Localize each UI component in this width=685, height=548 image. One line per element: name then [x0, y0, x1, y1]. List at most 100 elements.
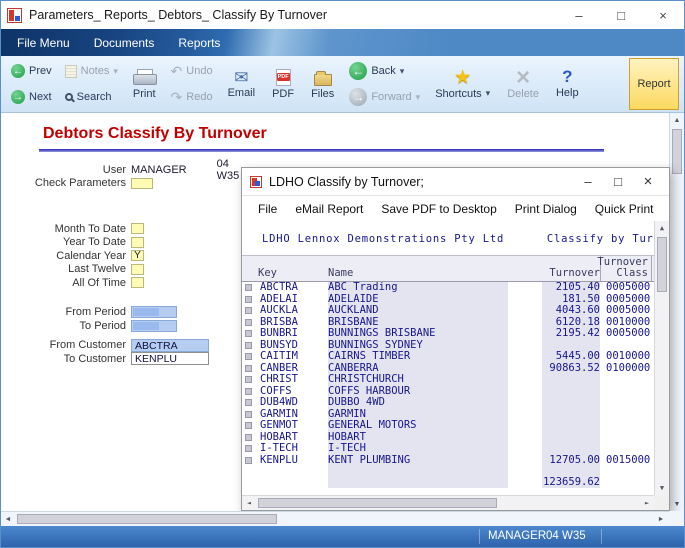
- popup-minimize-button[interactable]: –: [573, 168, 603, 195]
- main-vertical-scrollbar[interactable]: [669, 113, 684, 511]
- scroll-up-icon[interactable]: [655, 221, 669, 235]
- from-period-row: From Period: [1, 306, 241, 320]
- app-window: Parameters_ Reports_ Debtors_ Classify B…: [0, 0, 685, 548]
- scroll-left-icon[interactable]: [242, 496, 256, 510]
- scroll-left-icon[interactable]: [1, 512, 15, 526]
- table-row[interactable]: CANBER CANBERRA 90863.52 0100000: [242, 362, 654, 375]
- files-button[interactable]: Files: [304, 58, 341, 110]
- popup-menu-quick-print[interactable]: Quick Print: [595, 202, 654, 216]
- to-customer-field[interactable]: KENPLU: [131, 352, 209, 366]
- main-hscroll-thumb[interactable]: [17, 514, 277, 524]
- table-row[interactable]: ABCTRA ABC Trading 2105.40 0005000: [242, 281, 654, 295]
- row-marker-icon: [245, 410, 252, 418]
- popup-maximize-button[interactable]: □: [603, 168, 633, 195]
- row-marker-icon: [245, 330, 252, 337]
- next-icon: [11, 90, 25, 104]
- popup-menu-email-report[interactable]: eMail Report: [295, 202, 363, 216]
- close-button[interactable]: ×: [642, 1, 684, 29]
- redo-button[interactable]: Redo: [171, 91, 212, 103]
- month-to-date-field[interactable]: [131, 223, 144, 235]
- popup-hscroll-thumb[interactable]: [258, 498, 497, 508]
- table-row[interactable]: I-TECH I-TECH: [242, 442, 654, 456]
- report-button[interactable]: Report: [629, 58, 679, 110]
- column-header-key: Key: [258, 267, 277, 279]
- table-row[interactable]: CAITIM CAIRNS TIMBER 5445.00 0010000: [242, 350, 654, 364]
- row-marker-icon: [245, 422, 252, 429]
- table-header-row: Key Name Turnover Turnover Class: [242, 255, 654, 282]
- main-vscroll-thumb[interactable]: [672, 129, 682, 174]
- scroll-up-icon[interactable]: [670, 113, 684, 127]
- popup-menu-save-pdf[interactable]: Save PDF to Desktop: [381, 202, 496, 216]
- next-button[interactable]: Next: [11, 90, 52, 104]
- popup-vertical-scrollbar[interactable]: [654, 221, 669, 495]
- popup-menu-print-dialog[interactable]: Print Dialog: [515, 202, 577, 216]
- to-customer-label: To Customer: [63, 352, 126, 365]
- scrollbar-corner: [669, 511, 684, 526]
- back-label: Back: [371, 65, 396, 77]
- scroll-down-icon[interactable]: [670, 497, 684, 511]
- help-button[interactable]: Help: [549, 58, 586, 110]
- calendar-year-field[interactable]: Y: [131, 250, 144, 262]
- pdf-button[interactable]: PDF: [265, 58, 301, 110]
- menu-file-menu[interactable]: File Menu: [5, 29, 82, 56]
- table-row[interactable]: DUB4WD DUBBO 4WD: [242, 396, 654, 410]
- cell-spacer: [600, 476, 652, 488]
- back-button[interactable]: Back: [349, 62, 420, 80]
- report-window-title: LDHO Classify by Turnover;: [269, 174, 424, 189]
- minimize-button[interactable]: –: [558, 1, 600, 29]
- search-button[interactable]: Search: [64, 91, 118, 104]
- scroll-right-icon[interactable]: [640, 496, 654, 510]
- column-header-name: Name: [328, 267, 354, 279]
- prev-button[interactable]: Prev: [11, 64, 52, 78]
- table-row[interactable]: AUCKLA AUCKLAND 4043.60 0005000: [242, 304, 654, 318]
- delete-button[interactable]: Delete: [500, 58, 546, 110]
- email-button[interactable]: Email: [221, 58, 263, 110]
- scroll-down-icon[interactable]: [655, 481, 669, 495]
- popup-menu-file[interactable]: File: [258, 202, 277, 216]
- star-icon: [454, 69, 471, 86]
- user-row: User MANAGER 04 W35: [1, 158, 241, 182]
- table-row[interactable]: GARMIN GARMIN: [242, 408, 654, 421]
- shortcuts-label: Shortcuts: [435, 87, 482, 100]
- search-label: Search: [76, 91, 112, 104]
- undo-redo-group: Undo Redo: [166, 58, 218, 110]
- scroll-right-icon[interactable]: [654, 512, 668, 526]
- popup-close-button[interactable]: ×: [633, 168, 663, 195]
- table-row[interactable]: COFFS COFFS HARBOUR: [242, 385, 654, 398]
- table-row[interactable]: GENMOT GENERAL MOTORS: [242, 419, 654, 433]
- prev-icon: [11, 64, 25, 78]
- last-twelve-field[interactable]: [131, 263, 144, 275]
- check-parameters-field[interactable]: [131, 177, 153, 189]
- table-row[interactable]: BUNBRI BUNNINGS BRISBANE 2195.42 0005000: [242, 327, 654, 341]
- menu-documents[interactable]: Documents: [82, 29, 167, 56]
- popup-vscroll-thumb[interactable]: [657, 237, 667, 292]
- delete-label: Delete: [507, 87, 539, 100]
- status-user: MANAGER: [488, 530, 547, 542]
- cell-spacer: [508, 476, 542, 488]
- row-marker-icon: [245, 318, 252, 326]
- cell-spacer: [242, 476, 258, 488]
- to-period-field[interactable]: [131, 319, 177, 332]
- report-header-line: LDHO Lennox Demonstrations Pty Ltd Class…: [262, 233, 654, 245]
- report-window-title-bar[interactable]: LDHO Classify by Turnover; – □ ×: [242, 168, 669, 196]
- all-of-time-field[interactable]: [131, 277, 144, 289]
- table-row[interactable]: CHRIST CHRISTCHURCH: [242, 373, 654, 387]
- report-label: Report: [637, 78, 671, 90]
- forward-button[interactable]: Forward: [349, 88, 420, 106]
- main-horizontal-scrollbar[interactable]: [1, 511, 684, 526]
- from-customer-field[interactable]: ABCTRA: [131, 338, 209, 352]
- redo-icon: [171, 91, 183, 103]
- table-row[interactable]: KENPLU KENT PLUMBING 12705.00 0015000: [242, 454, 654, 467]
- popup-horizontal-scrollbar[interactable]: [242, 495, 654, 510]
- print-button[interactable]: Print: [126, 58, 163, 110]
- menu-reports[interactable]: Reports: [166, 29, 232, 56]
- table-row[interactable]: HOBART HOBART: [242, 431, 654, 444]
- notes-button[interactable]: Notes: [64, 64, 118, 78]
- year-to-date-field[interactable]: [131, 236, 144, 248]
- statusbar-divider: [479, 529, 480, 544]
- chevron-down-icon: [113, 67, 118, 76]
- shortcuts-button[interactable]: Shortcuts: [428, 58, 497, 110]
- undo-button[interactable]: Undo: [171, 65, 212, 77]
- maximize-button[interactable]: □: [600, 1, 642, 29]
- from-period-field[interactable]: [131, 306, 177, 319]
